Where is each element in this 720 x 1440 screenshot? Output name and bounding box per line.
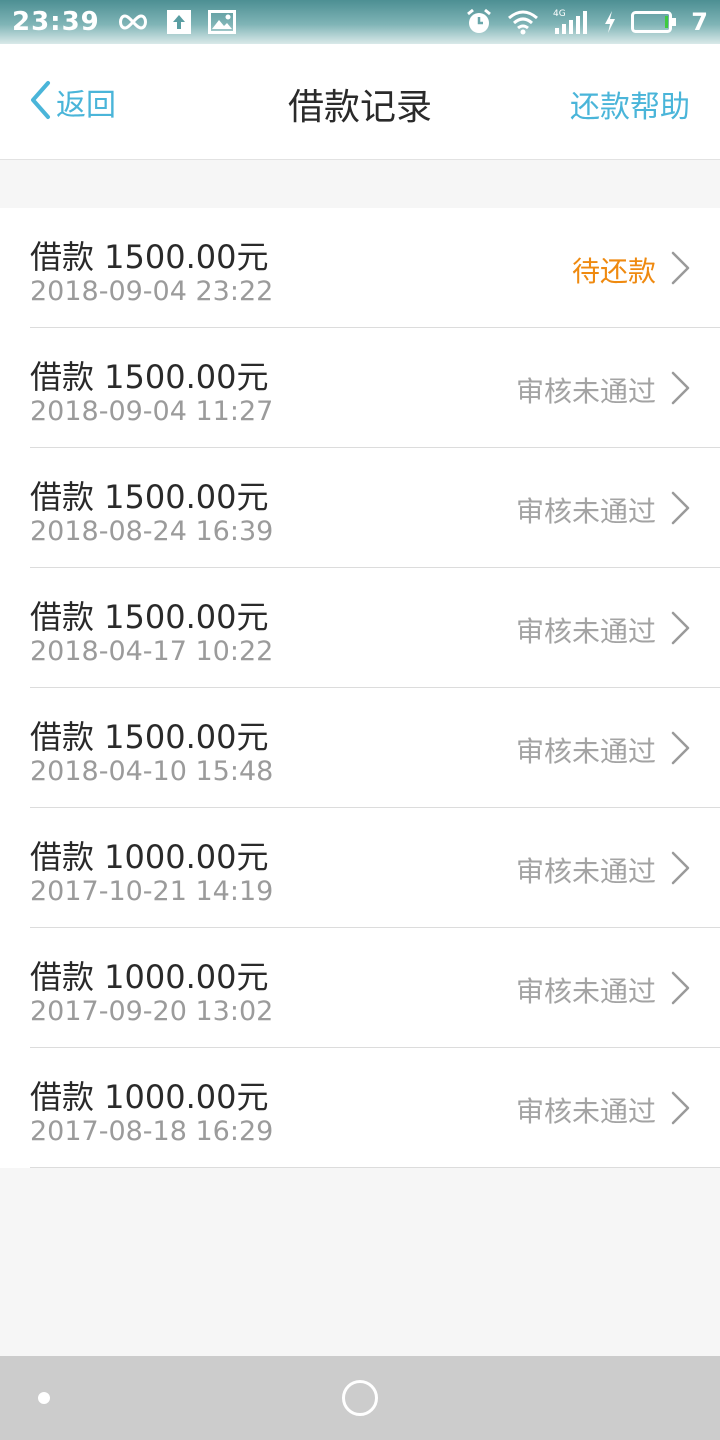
home-button[interactable] xyxy=(342,1380,378,1416)
loan-date: 2018-04-10 15:48 xyxy=(30,756,274,787)
loan-date: 2017-09-20 13:02 xyxy=(30,996,274,1027)
loan-status: 审核未通过 xyxy=(515,495,656,528)
loan-date: 2017-08-18 16:29 xyxy=(30,1116,274,1147)
chevron-right-icon xyxy=(671,1091,690,1125)
signal-4g-icon: 4G xyxy=(553,8,589,36)
loan-status: 审核未通过 xyxy=(515,855,656,888)
chevron-right-icon xyxy=(671,851,690,885)
loan-date: 2018-09-04 11:27 xyxy=(30,396,274,427)
loan-date: 2017-10-21 14:19 xyxy=(30,876,274,907)
wifi-icon xyxy=(507,9,539,35)
loan-status: 审核未通过 xyxy=(515,1095,656,1128)
loan-amount: 借款 1500.00元 xyxy=(30,598,269,636)
charging-icon xyxy=(603,10,617,34)
chevron-right-icon xyxy=(671,371,690,405)
loan-status: 审核未通过 xyxy=(515,735,656,768)
loan-record-row[interactable]: 借款 1500.00元 2018-04-17 10:22 审核未通过 xyxy=(0,568,720,688)
chevron-right-icon xyxy=(671,491,690,525)
loan-date: 2018-04-17 10:22 xyxy=(30,636,274,667)
chevron-right-icon xyxy=(671,611,690,645)
row-divider xyxy=(30,1167,720,1168)
infinity-icon xyxy=(116,12,150,32)
image-icon xyxy=(207,10,236,34)
upload-icon xyxy=(166,9,192,35)
loan-amount: 借款 1500.00元 xyxy=(30,478,269,516)
header-bar: 返回 借款记录 还款帮助 xyxy=(0,44,720,160)
loan-amount: 借款 1000.00元 xyxy=(30,1078,269,1116)
nav-dot-button[interactable] xyxy=(38,1392,50,1404)
loan-status: 审核未通过 xyxy=(515,375,656,408)
chevron-right-icon xyxy=(671,971,690,1005)
loan-status: 待还款 xyxy=(571,255,656,288)
status-time: 23:39 xyxy=(12,7,100,37)
loan-records-list: 借款 1500.00元 2018-09-04 23:22 待还款 借款 1500.00… xyxy=(0,208,720,1168)
repayment-help-link[interactable]: 还款帮助 xyxy=(570,82,690,126)
loan-amount: 借款 1500.00元 xyxy=(30,718,269,756)
loan-amount: 借款 1500.00元 xyxy=(30,358,269,396)
loan-record-row[interactable]: 借款 1500.00元 2018-08-24 16:39 审核未通过 xyxy=(0,448,720,568)
alarm-icon xyxy=(465,8,493,36)
chevron-right-icon xyxy=(671,251,690,285)
battery-level: 7 xyxy=(691,8,708,36)
chevron-right-icon xyxy=(671,731,690,765)
loan-status: 审核未通过 xyxy=(515,975,656,1008)
loan-record-row[interactable]: 借款 1500.00元 2018-09-04 23:22 待还款 xyxy=(0,208,720,328)
loan-date: 2018-09-04 23:22 xyxy=(30,276,274,307)
loan-amount: 借款 1000.00元 xyxy=(30,838,269,876)
loan-date: 2018-08-24 16:39 xyxy=(30,516,274,547)
status-bar: 23:39 4G 7 xyxy=(0,0,720,44)
loan-record-row[interactable]: 借款 1000.00元 2017-09-20 13:02 审核未通过 xyxy=(0,928,720,1048)
loan-record-row[interactable]: 借款 1000.00元 2017-10-21 14:19 审核未通过 xyxy=(0,808,720,928)
svg-text:4G: 4G xyxy=(553,9,566,19)
loan-record-row[interactable]: 借款 1000.00元 2017-08-18 16:29 审核未通过 xyxy=(0,1048,720,1168)
loan-record-row[interactable]: 借款 1500.00元 2018-04-10 15:48 审核未通过 xyxy=(0,688,720,808)
loan-amount: 借款 1000.00元 xyxy=(30,958,269,996)
loan-status: 审核未通过 xyxy=(515,615,656,648)
battery-icon xyxy=(631,10,677,34)
loan-record-row[interactable]: 借款 1500.00元 2018-09-04 11:27 审核未通过 xyxy=(0,328,720,448)
system-nav-bar xyxy=(0,1356,720,1440)
loan-amount: 借款 1500.00元 xyxy=(30,238,269,276)
